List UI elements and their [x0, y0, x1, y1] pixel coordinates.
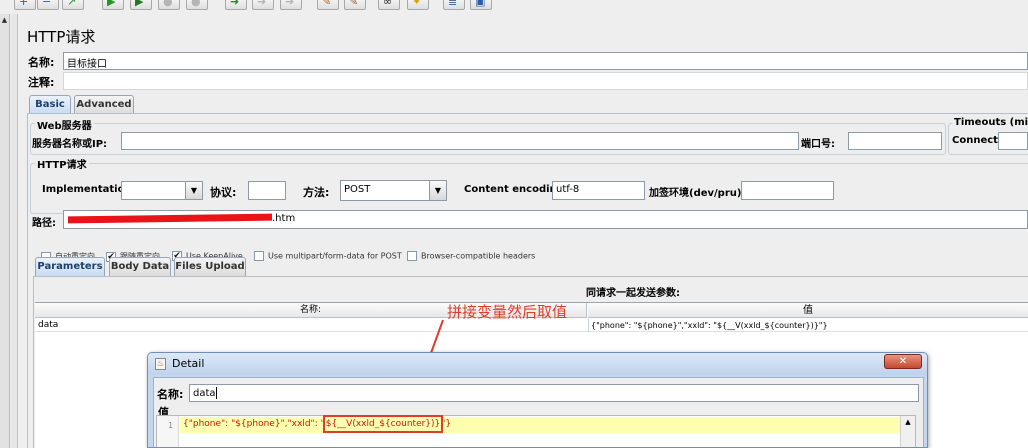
plus-icon[interactable]: +	[14, 0, 36, 10]
clear-icon-glyph: ✎	[322, 0, 332, 8]
minus-icon[interactable]: −	[37, 0, 59, 10]
help-icon-glyph: ▣	[475, 0, 486, 8]
split-pane-divider[interactable]	[11, 14, 18, 448]
plus-icon-glyph: +	[19, 0, 29, 8]
start-no-pause-icon-glyph: ▶	[135, 0, 144, 8]
web-server-title: Web服务器	[35, 117, 94, 132]
dialog-title: Detail	[172, 357, 205, 370]
expand-icon[interactable]: ↗	[62, 0, 84, 10]
search-binoculars-icon-glyph: ∞	[383, 0, 393, 8]
sign-env-label: 加签环境(dev/pru):	[649, 188, 746, 199]
help-icon[interactable]: ▣	[470, 0, 492, 10]
chevron-down-icon[interactable]: ▼	[429, 181, 446, 200]
port-field[interactable]	[848, 132, 942, 150]
remote-start-icon-glyph: ➜	[230, 0, 240, 8]
tab-body-data[interactable]: Body Data	[109, 257, 171, 276]
line-number: 1	[168, 421, 174, 430]
code-highlight-box: ${__V(xxld_${counter})}	[322, 415, 444, 433]
chevron-down-icon[interactable]: ▼	[185, 182, 202, 199]
clear-all-icon[interactable]: ✎	[344, 0, 366, 10]
name-field[interactable]: 目标接口	[63, 52, 1028, 70]
multipart-checkbox[interactable]: Use multipart/form-data for POST	[254, 251, 402, 263]
clear-icon[interactable]: ✎	[317, 0, 339, 10]
checkbox-label: Browser-compatible headers	[421, 251, 536, 261]
path-suffix: .htm	[272, 213, 296, 224]
name-label: 名称:	[28, 56, 55, 69]
close-icon[interactable]: ✕	[884, 354, 922, 369]
detail-dialog: ♨ Detail ✕ 名称: data 值 1 {"phone": "${pho…	[147, 352, 928, 448]
dialog-body: 名称: data 值 1 {"phone": "${phone}","xxld"…	[153, 377, 924, 447]
path-label: 路径:	[32, 218, 56, 229]
start-icon[interactable]: ▶	[102, 0, 124, 10]
detail-name-label: 名称:	[157, 388, 184, 401]
tab-advanced[interactable]: Advanced	[74, 95, 134, 114]
toolbar: + − ↗ ▶ ▶ ● ● ➜ ➜ ➜ ✎ ✎ ∞ ✦ ≣ ▣	[0, 0, 1028, 12]
row-value-cell[interactable]: {"phone": "${phone}","xxld": "${__V(xxld…	[588, 319, 1028, 332]
remote-stop-icon[interactable]: ➜	[252, 0, 274, 10]
editor-scrollbar[interactable]: ▲	[900, 416, 915, 447]
http-request-title: HTTP请求	[35, 156, 89, 171]
reset-search-icon[interactable]: ✦	[407, 0, 429, 10]
clear-all-icon-glyph: ✎	[349, 0, 359, 8]
function-helper-icon-glyph: ≣	[448, 0, 458, 8]
scroll-up-arrow-icon[interactable]: ▲	[0, 16, 9, 28]
timeouts-title: Timeouts (millis	[952, 117, 1028, 128]
tab-files-upload[interactable]: Files Upload	[174, 257, 246, 276]
shutdown-icon[interactable]: ●	[186, 0, 208, 10]
shutdown-icon-glyph: ●	[191, 0, 201, 8]
comment-label: 注释:	[28, 76, 55, 89]
port-label: 端口号:	[801, 139, 835, 150]
browser-headers-checkbox[interactable]: Browser-compatible headers	[407, 251, 535, 263]
scroll-up-icon[interactable]: ▲	[901, 416, 915, 428]
detail-value-editor[interactable]: 1 {"phone": "${phone}","xxld": "${__V(xx…	[156, 415, 916, 447]
encoding-field[interactable]: utf-8	[552, 181, 645, 200]
search-binoculars-icon[interactable]: ∞	[378, 0, 400, 10]
method-label: 方法:	[303, 186, 330, 199]
method-value: POST	[344, 184, 371, 195]
dialog-titlebar[interactable]: ♨ Detail ✕	[148, 353, 927, 375]
column-header-value[interactable]: 值	[588, 303, 1028, 318]
connect-timeout-field[interactable]	[998, 132, 1028, 150]
row-name-cell[interactable]: data	[38, 319, 58, 332]
detail-name-value: data	[193, 388, 216, 399]
protocol-field[interactable]	[248, 181, 286, 200]
tab-parameters[interactable]: Parameters	[35, 257, 105, 276]
start-no-pause-icon[interactable]: ▶	[130, 0, 152, 10]
java-app-icon: ♨	[155, 358, 166, 370]
function-helper-icon[interactable]: ≣	[443, 0, 465, 10]
code-suffix: "}	[441, 419, 452, 429]
checkbox-box[interactable]	[407, 251, 417, 261]
code-prefix: {"phone": "${phone}","xxld": "	[183, 419, 325, 429]
comment-field[interactable]	[63, 72, 1028, 90]
path-field[interactable]: .htm	[63, 210, 1028, 229]
minus-icon-glyph: −	[42, 0, 52, 8]
expand-icon-glyph: ↗	[67, 0, 77, 8]
page-title: HTTP请求	[27, 28, 96, 46]
stop-icon-glyph: ●	[163, 0, 173, 8]
server-name-field[interactable]	[121, 132, 799, 150]
redacted-path	[68, 213, 272, 224]
text-cursor	[215, 387, 217, 399]
remote-exit-icon-glyph: ➜	[285, 0, 295, 8]
annotation-text: 拼接变量然后取值	[447, 303, 568, 321]
stop-icon[interactable]: ●	[158, 0, 180, 10]
method-dropdown[interactable]: POST ▼	[340, 180, 447, 201]
reset-search-icon-glyph: ✦	[412, 0, 422, 8]
code-line[interactable]: {"phone": "${phone}","xxld": "${__V(xxld…	[183, 415, 452, 433]
remote-exit-icon[interactable]: ➜	[280, 0, 302, 10]
remote-start-icon[interactable]: ➜	[225, 0, 247, 10]
start-icon-glyph: ▶	[107, 0, 116, 8]
detail-name-field[interactable]: data	[189, 384, 919, 402]
checkbox-box[interactable]	[254, 251, 264, 261]
tree-scrollbar[interactable]: ▲	[0, 14, 10, 448]
remote-stop-icon-glyph: ➜	[257, 0, 267, 8]
params-caption: 同请求一起发送参数:	[586, 288, 680, 299]
connect-label: Connect:	[952, 135, 1002, 146]
sign-env-field[interactable]	[741, 181, 834, 200]
implementation-dropdown[interactable]: ▼	[121, 181, 203, 200]
protocol-label: 协议:	[210, 186, 237, 199]
checkbox-label: Use multipart/form-data for POST	[268, 251, 402, 261]
tab-basic[interactable]: Basic	[29, 95, 71, 114]
server-label: 服务器名称或IP:	[32, 139, 108, 150]
